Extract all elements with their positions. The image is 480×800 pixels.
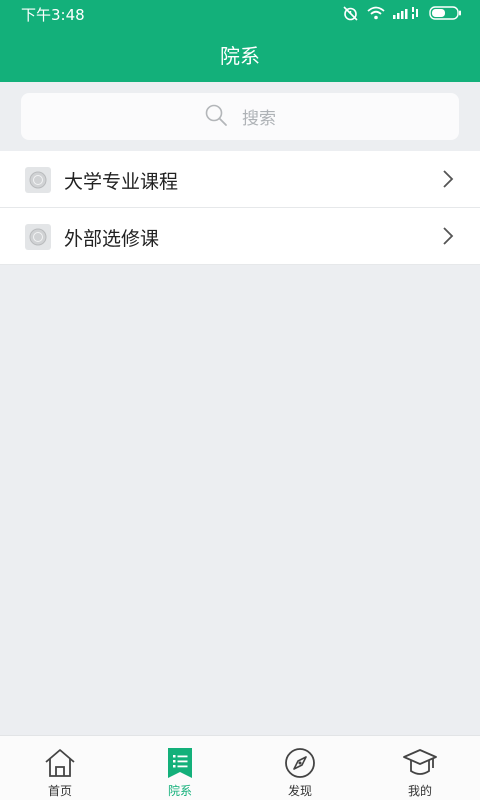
signal-icon bbox=[393, 6, 421, 20]
graduation-cap-icon bbox=[402, 746, 438, 780]
status-bar: 下午3:48 bbox=[0, 0, 480, 26]
tab-home-label: 首页 bbox=[47, 784, 72, 798]
department-list: 大学专业课程 外部选修课 bbox=[0, 151, 480, 265]
home-icon bbox=[43, 746, 77, 780]
status-time: 下午3:48 bbox=[21, 6, 85, 24]
list-item-label: 外部选修课 bbox=[64, 228, 160, 250]
page-title: 院系 bbox=[220, 44, 260, 68]
compass-icon bbox=[284, 746, 316, 780]
tab-discover-label: 发现 bbox=[287, 784, 312, 798]
tab-profile-label: 我的 bbox=[407, 784, 432, 798]
list-bookmark-icon bbox=[167, 746, 193, 780]
tab-discover[interactable]: 发现 bbox=[240, 736, 360, 800]
status-icons bbox=[342, 5, 462, 21]
wifi-icon bbox=[367, 6, 385, 20]
tab-departments-label: 院系 bbox=[167, 784, 192, 798]
screen: 下午3:48 院系 搜索 大学专业课程 外部选修课 首页 院系 发现 我的 bbox=[0, 0, 480, 800]
search-area: 搜索 bbox=[0, 82, 480, 150]
header: 下午3:48 院系 bbox=[0, 0, 480, 82]
search-input[interactable]: 搜索 bbox=[21, 93, 459, 140]
bottom-tab-bar: 首页 院系 发现 我的 bbox=[0, 735, 480, 800]
alarm-off-icon bbox=[342, 5, 359, 21]
tab-departments[interactable]: 院系 bbox=[120, 736, 240, 800]
list-item-external-electives[interactable]: 外部选修课 bbox=[0, 208, 480, 265]
search-icon bbox=[204, 103, 228, 131]
tab-home[interactable]: 首页 bbox=[0, 736, 120, 800]
battery-icon bbox=[429, 6, 462, 20]
course-thumbnail-icon bbox=[25, 224, 51, 250]
tab-profile[interactable]: 我的 bbox=[360, 736, 480, 800]
chevron-right-icon bbox=[442, 169, 454, 193]
search-placeholder: 搜索 bbox=[242, 109, 276, 129]
course-thumbnail-icon bbox=[25, 167, 51, 193]
list-item-label: 大学专业课程 bbox=[64, 171, 179, 193]
chevron-right-icon bbox=[442, 226, 454, 250]
list-item-university-courses[interactable]: 大学专业课程 bbox=[0, 151, 480, 208]
